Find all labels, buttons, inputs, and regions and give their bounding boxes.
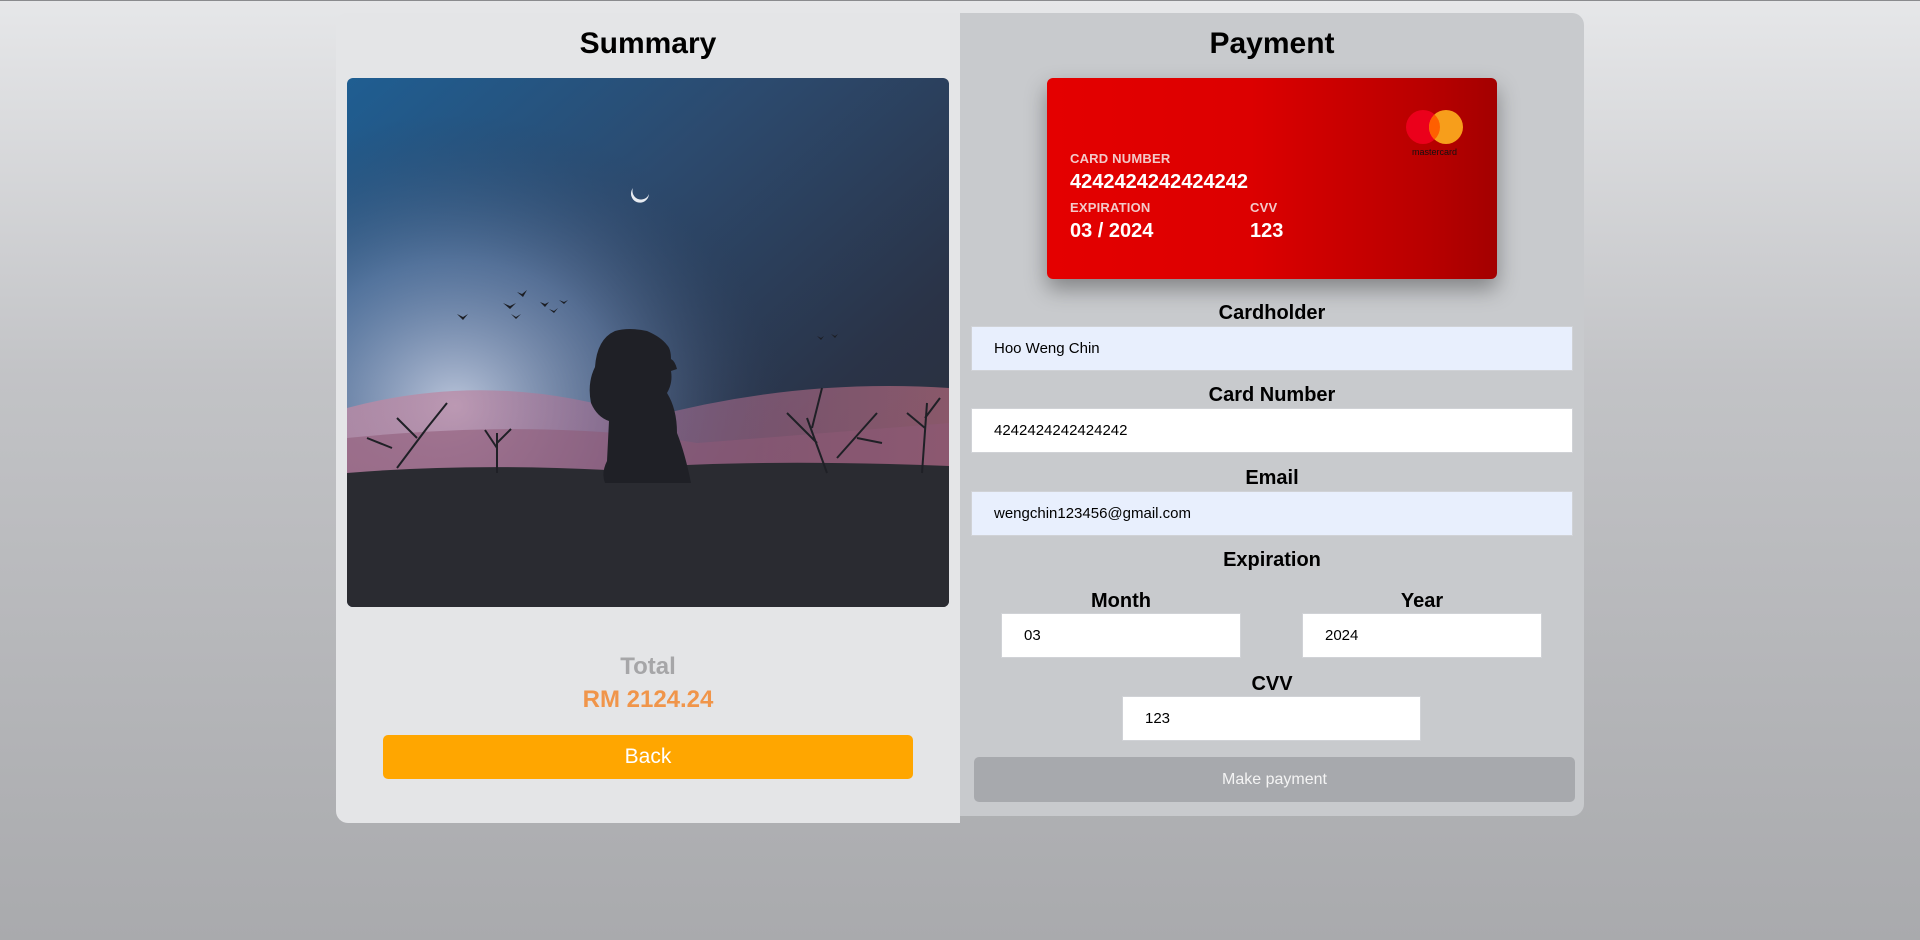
product-image: [347, 78, 949, 607]
card-cvv-display: 123: [1250, 220, 1284, 242]
cardholder-label: Cardholder: [1218, 302, 1326, 324]
card-number-display: 4242424242424242: [1070, 171, 1248, 193]
year-label: Year: [1400, 590, 1444, 612]
payment-title: Payment: [1209, 27, 1335, 60]
card-cvv-caption: CVV: [1250, 200, 1278, 215]
total-amount: RM 2124.24: [582, 686, 714, 713]
card-number-label: Card Number: [1208, 384, 1336, 406]
night-sky-silhouette-image: [347, 78, 949, 607]
month-input[interactable]: [1001, 613, 1241, 658]
summary-title: Summary: [579, 27, 717, 60]
year-input[interactable]: [1302, 613, 1542, 658]
back-button[interactable]: Back: [383, 735, 913, 779]
summary-panel: Summary Total RM 2124.24 Back: [336, 13, 960, 823]
card-number-caption: CARD NUMBER: [1070, 151, 1171, 166]
payment-panel: Payment mastercard CARD NUMBER 424242424…: [960, 13, 1584, 816]
cardholder-input[interactable]: [971, 326, 1573, 371]
mastercard-logo-icon: mastercard: [1406, 110, 1463, 157]
email-label: Email: [1245, 467, 1299, 489]
card-expiration-display: 03 / 2024: [1070, 220, 1154, 242]
make-payment-button[interactable]: Make payment: [974, 757, 1575, 802]
card-number-input[interactable]: [971, 408, 1573, 453]
credit-card-preview: mastercard CARD NUMBER 4242424242424242 …: [1047, 78, 1497, 279]
month-label: Month: [1091, 590, 1151, 612]
card-expiration-caption: EXPIRATION: [1070, 200, 1151, 215]
email-input[interactable]: [971, 491, 1573, 536]
cvv-input[interactable]: [1122, 696, 1421, 741]
expiration-label: Expiration: [1223, 549, 1321, 571]
svg-text:mastercard: mastercard: [1412, 147, 1457, 157]
total-label: Total: [620, 653, 676, 680]
cvv-label: CVV: [1251, 673, 1293, 695]
